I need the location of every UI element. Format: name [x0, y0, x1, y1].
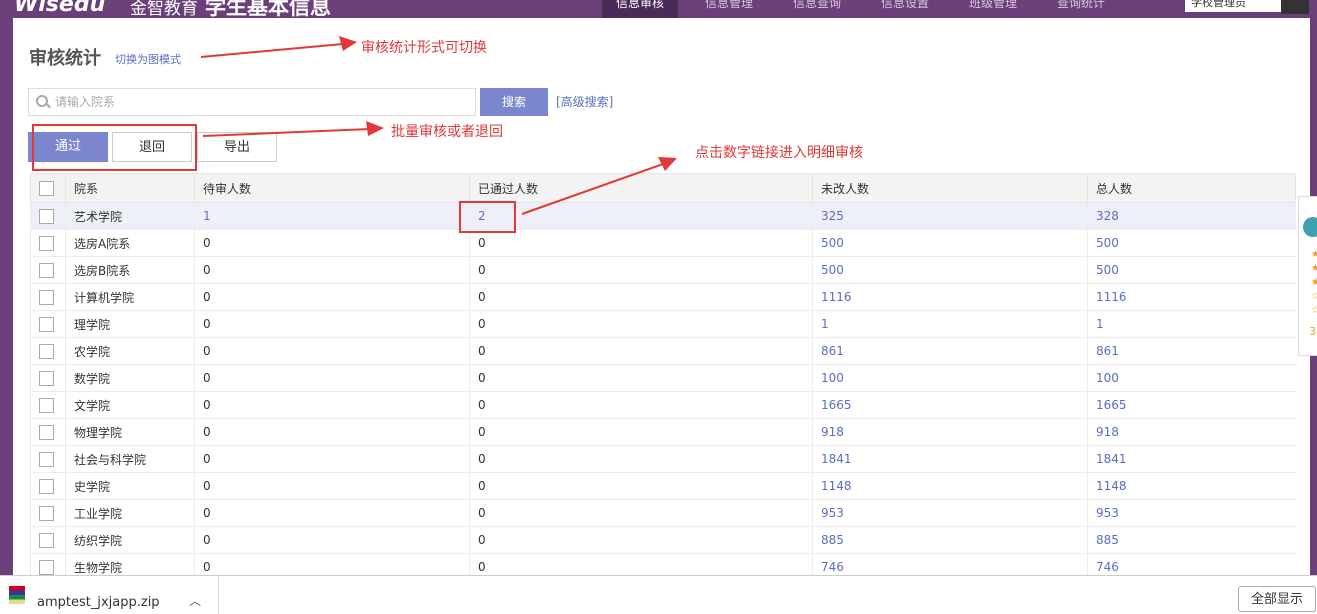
top-navbar: Wisedu 金智教育 学生基本信息 信息审核 信息管理 信息查询 信息设置 班…: [0, 0, 1317, 18]
arrow-head-switch: [339, 36, 357, 51]
nav-tab-class-manage[interactable]: 班级管理: [969, 0, 1017, 11]
avatar[interactable]: [1281, 0, 1309, 14]
arrow-line-switch: [200, 43, 344, 58]
download-bar: amptest_jxjapp.zip ︿ 全部显示: [0, 575, 1317, 614]
rating-score: 3.: [1309, 325, 1317, 338]
divider: [218, 576, 219, 614]
star-icon: ★: [1311, 249, 1317, 260]
nav-tab-info-settings[interactable]: 信息设置: [881, 0, 929, 11]
star-icon: ★: [1311, 263, 1317, 274]
app-title: 学生基本信息: [205, 0, 331, 18]
side-rating-widget[interactable]: ★ ★ ★ ☆ ☆ 3.: [1298, 196, 1317, 356]
logo-cn: 金智教育: [130, 0, 198, 18]
star-outline-icon: ☆: [1311, 291, 1317, 302]
zip-file-icon: [9, 586, 25, 604]
arrow-line-batch: [202, 128, 371, 137]
nav-tab-query-stats[interactable]: 查询统计: [1057, 0, 1105, 11]
nav-tab-info-review[interactable]: 信息审核: [602, 0, 679, 18]
nav-tab-info-manage[interactable]: 信息管理: [705, 0, 753, 11]
show-all-downloads-button[interactable]: 全部显示: [1238, 586, 1316, 612]
user-menu[interactable]: 学校管理员: [1185, 0, 1281, 12]
star-outline-icon: ☆: [1311, 305, 1317, 316]
arrow-head-batch: [366, 121, 384, 136]
annotation-arrows: [200, 36, 677, 215]
arrow-line-drill: [521, 163, 664, 215]
star-icon: ★: [1311, 277, 1317, 288]
chevron-up-icon[interactable]: ︿: [189, 592, 201, 609]
nav-tab-info-query[interactable]: 信息查询: [793, 0, 841, 11]
main-panel: 审核统计 切换为图模式 搜索 [高级搜索] 通过 退回 导出 院系 待审人数 已…: [13, 18, 1310, 578]
download-filename[interactable]: amptest_jxjapp.zip: [37, 595, 160, 610]
wisedu-logo: Wisedu: [14, 0, 106, 17]
rating-avatar-icon: [1303, 217, 1317, 237]
